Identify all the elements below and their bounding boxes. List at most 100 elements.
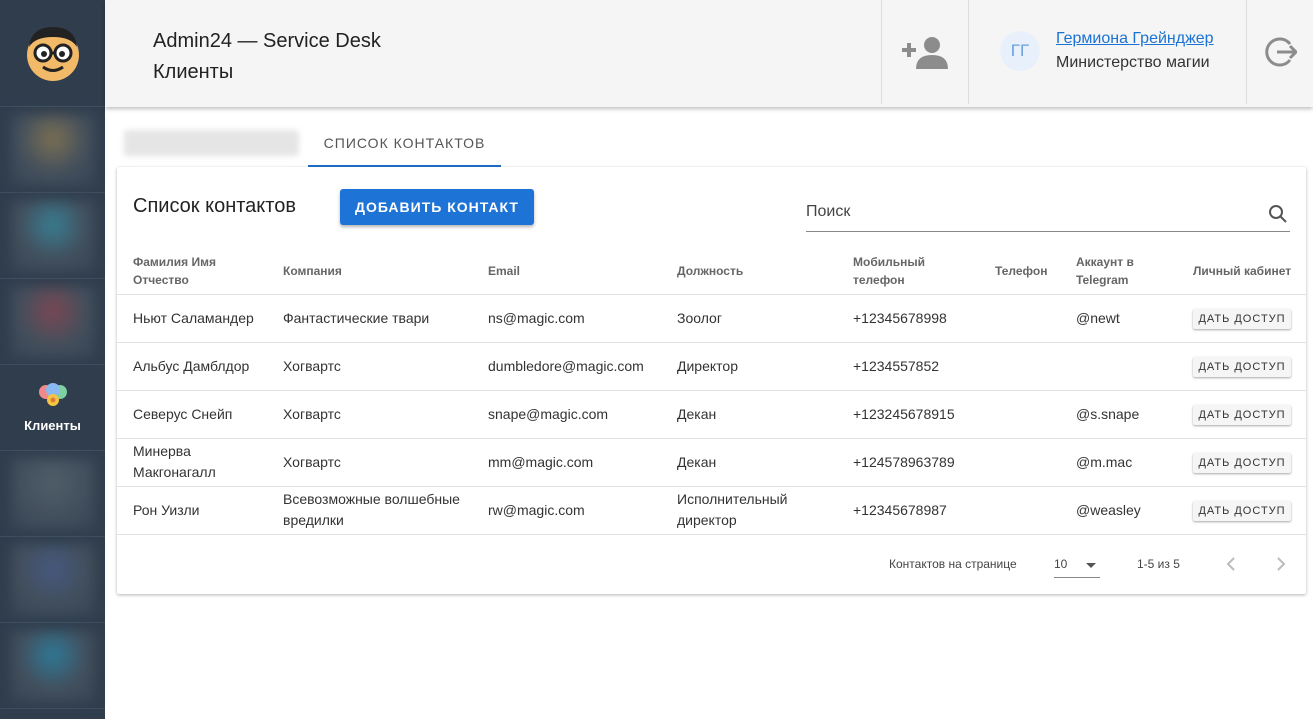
table-row[interactable]: Рон Уизли Всевозможные волшебные вредилки… — [117, 486, 1306, 535]
top-header: Admin24 — Service Desk Клиенты ГГ Гермио… — [105, 0, 1313, 107]
sidebar-item-blurred-3[interactable] — [0, 279, 105, 365]
blurred-nav-icon — [10, 113, 95, 186]
per-page-select[interactable]: 10 — [1054, 554, 1100, 578]
table-row[interactable]: Ньют Саламандер Фантастические твари ns@ma… — [117, 294, 1306, 343]
cell-company: Хогвартс — [267, 342, 472, 391]
cell-email: mm@magic.com — [472, 438, 661, 487]
per-page-value: 10 — [1054, 557, 1068, 571]
cell-cabinet: ДАТЬ ДОСТУП — [1177, 342, 1306, 391]
cell-cabinet: ДАТЬ ДОСТУП — [1177, 486, 1306, 535]
cell-position: Директор — [661, 342, 837, 391]
cell-phone — [979, 390, 1060, 439]
sidebar-item-blurred-1[interactable] — [0, 107, 105, 193]
cell-phone — [979, 294, 1060, 343]
col-header-cabinet: Личный кабинет — [1177, 249, 1306, 295]
table-row[interactable]: Минерва Макгонагалл Хогвартс mm@magic.com Д… — [117, 438, 1306, 487]
cell-telegram: @newt — [1060, 294, 1177, 343]
app-logo[interactable] — [0, 0, 105, 107]
col-header-name[interactable]: Фамилия Имя Отчество — [117, 249, 267, 295]
tab-blurred[interactable] — [124, 130, 299, 156]
contacts-card: Список контактов ДОБАВИТЬ КОНТАКТ Фамили… — [117, 167, 1306, 594]
page-range: 1-5 из 5 — [1137, 557, 1180, 571]
col-header-mobile[interactable]: Мобильный телефон — [837, 249, 979, 295]
cell-phone — [979, 438, 1060, 487]
col-header-phone[interactable]: Телефон — [979, 249, 1060, 295]
add-user-button[interactable] — [881, 0, 969, 104]
blurred-nav-icon — [10, 629, 95, 702]
header-divider — [968, 0, 969, 104]
avatar[interactable]: ГГ — [1000, 31, 1040, 71]
grant-access-button[interactable]: ДАТЬ ДОСТУП — [1193, 309, 1291, 329]
cell-company: Всевозможные волшебные вредилки — [267, 486, 472, 535]
cell-mobile: +12345678998 — [837, 294, 979, 343]
cell-cabinet: ДАТЬ ДОСТУП — [1177, 294, 1306, 343]
sidebar-item-clients[interactable]: Клиенты — [0, 365, 105, 451]
blurred-nav-icon — [10, 285, 95, 358]
user-name-link[interactable]: Гермиона Грейнджер — [1056, 27, 1214, 51]
search-input[interactable] — [806, 197, 1246, 221]
cell-cabinet: ДАТЬ ДОСТУП — [1177, 390, 1306, 439]
grant-access-button[interactable]: ДАТЬ ДОСТУП — [1193, 357, 1291, 377]
cell-mobile: +124578963789 — [837, 438, 979, 487]
cell-position: Зоолог — [661, 294, 837, 343]
col-header-email[interactable]: Email — [472, 249, 661, 295]
search-icon[interactable] — [1268, 204, 1288, 224]
cell-name: Рон Уизли — [117, 486, 267, 535]
col-header-position[interactable]: Должность — [661, 249, 837, 295]
table-row[interactable]: Альбус Дамблдор Хогвартс dumbledore@magic.… — [117, 342, 1306, 391]
cell-company: Хогвартс — [267, 438, 472, 487]
cell-company: Хогвартс — [267, 390, 472, 439]
page-title: Клиенты — [153, 61, 234, 83]
contacts-table: Фамилия Имя Отчество Компания Email Долж… — [117, 249, 1306, 535]
cell-phone — [979, 486, 1060, 535]
logout-icon — [1265, 37, 1297, 67]
grant-access-button[interactable]: ДАТЬ ДОСТУП — [1193, 501, 1291, 521]
search-box — [806, 197, 1290, 232]
cell-telegram: @m.mac — [1060, 438, 1177, 487]
tab-contacts-list[interactable]: СПИСОК КОНТАКТОВ — [308, 130, 501, 167]
cell-telegram: @s.snape — [1060, 390, 1177, 439]
grant-access-button[interactable]: ДАТЬ ДОСТУП — [1193, 453, 1291, 473]
table-header-row: Фамилия Имя Отчество Компания Email Долж… — [117, 249, 1306, 295]
sidebar-item-blurred-4[interactable] — [0, 451, 105, 537]
add-contact-button[interactable]: ДОБАВИТЬ КОНТАКТ — [340, 189, 534, 225]
cell-name: Минерва Макгонагалл — [117, 438, 267, 487]
cell-mobile: +12345678987 — [837, 486, 979, 535]
cell-email: ns@magic.com — [472, 294, 661, 343]
cell-position: Декан — [661, 390, 837, 439]
clients-icon — [38, 383, 67, 406]
table-row[interactable]: Северус Снейп Хогвартс snape@magic.com Дека… — [117, 390, 1306, 439]
sidebar-item-blurred-5[interactable] — [0, 537, 105, 623]
cell-telegram — [1060, 342, 1177, 391]
avatar-face-icon — [26, 27, 79, 81]
cell-name: Северус Снейп — [117, 390, 267, 439]
grant-access-button[interactable]: ДАТЬ ДОСТУП — [1193, 405, 1291, 425]
next-page-icon[interactable] — [1271, 552, 1291, 576]
cell-email: rw@magic.com — [472, 486, 661, 535]
sidebar-item-blurred-2[interactable] — [0, 193, 105, 279]
col-header-telegram[interactable]: Аккаунт в Telegram — [1060, 249, 1177, 295]
cell-phone — [979, 342, 1060, 391]
cell-name: Ньют Саламандер — [117, 294, 267, 343]
table-pagination: Контактов на странице 10 1-5 из 5 — [117, 537, 1306, 593]
dropdown-caret-icon — [1086, 563, 1096, 568]
cell-telegram: @weasley — [1060, 486, 1177, 535]
app-title: Admin24 — Service Desk — [153, 30, 381, 52]
cell-mobile: +123245678915 — [837, 390, 979, 439]
add-user-icon — [902, 37, 948, 69]
cell-email: dumbledore@magic.com — [472, 342, 661, 391]
cell-cabinet: ДАТЬ ДОСТУП — [1177, 438, 1306, 487]
sidebar: Клиенты — [0, 0, 105, 719]
cell-email: snape@magic.com — [472, 390, 661, 439]
blurred-nav-icon — [10, 543, 95, 616]
prev-page-icon[interactable] — [1221, 552, 1241, 576]
user-organization: Министерство магии — [1056, 54, 1210, 71]
logout-button[interactable] — [1247, 0, 1313, 104]
cell-position: Декан — [661, 438, 837, 487]
user-profile: ГГ Гермиона Грейнджер Министерство магии — [1000, 27, 1214, 75]
col-header-company[interactable]: Компания — [267, 249, 472, 295]
sidebar-item-blurred-6[interactable] — [0, 623, 105, 709]
card-title: Список контактов — [133, 195, 296, 217]
cell-position: Исполнительный директор — [661, 486, 837, 535]
blurred-nav-icon — [10, 457, 95, 530]
